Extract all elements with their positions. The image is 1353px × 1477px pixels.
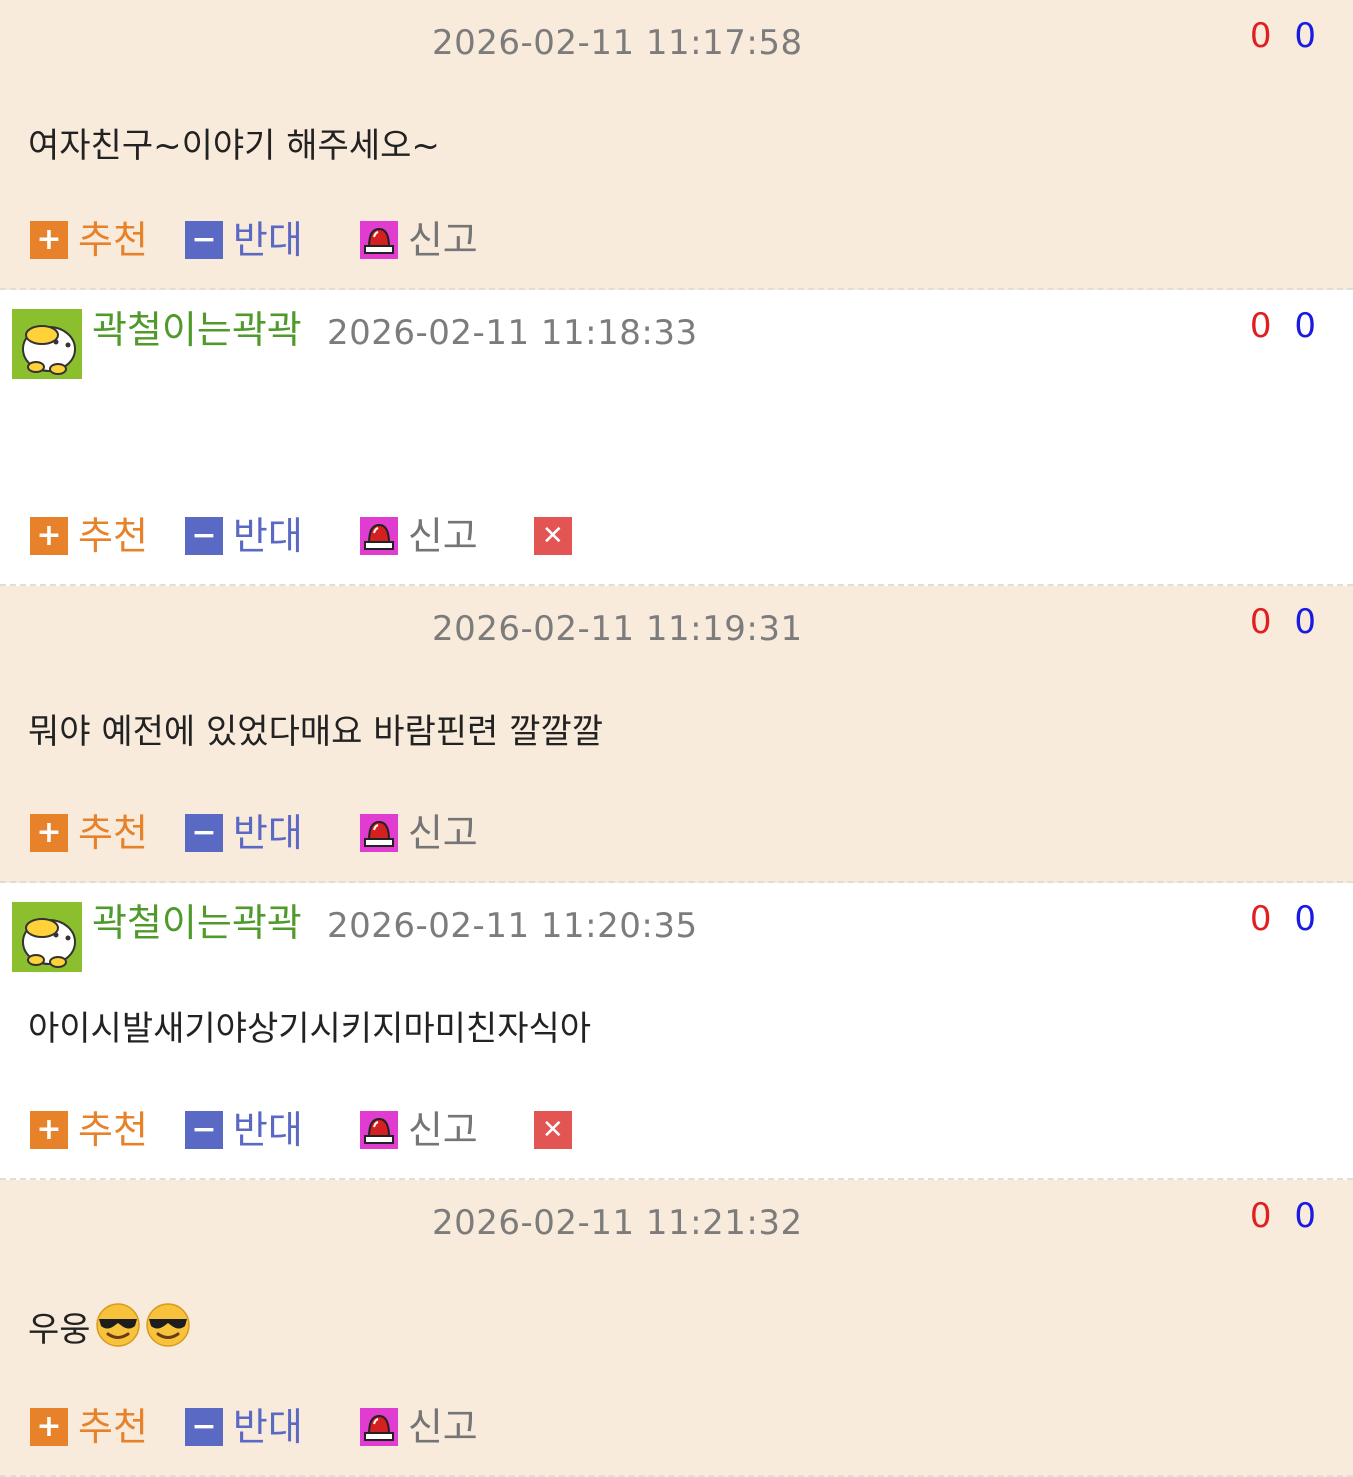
oppose-count: 0 xyxy=(1294,899,1317,939)
comment-actions: + 추천 − 반대 신고 xyxy=(30,216,534,264)
recommend-label: 추천 xyxy=(78,811,148,855)
recommend-button[interactable]: + 추천 xyxy=(30,216,148,264)
comment-body: 여자친구~이야기 해주세오~ xyxy=(28,122,440,170)
recommend-label: 추천 xyxy=(78,514,148,558)
comment-text: 뭐야 예전에 있었다매요 바람핀련 깔깔깔 xyxy=(28,712,603,752)
oppose-label: 반대 xyxy=(232,218,303,262)
comment-author[interactable]: 곽철이는곽곽 xyxy=(92,897,302,949)
comment-item: 2026-02-11 11:21:32 0 0 우웅 + 추천 − 반대 신고 xyxy=(0,1180,1353,1477)
comment-body: 아이시발새기야상기시키지마미친자식아 xyxy=(28,1005,591,1053)
oppose-label: 반대 xyxy=(232,1405,303,1449)
recommend-count: 0 xyxy=(1249,1196,1273,1236)
recommend-count: 0 xyxy=(1249,306,1273,346)
comment-body: 우웅 xyxy=(28,1302,191,1361)
comment-item: 2026-02-11 11:17:58 0 0 여자친구~이야기 해주세오~ +… xyxy=(0,0,1353,290)
report-button[interactable]: 신고 xyxy=(359,216,478,264)
report-label: 신고 xyxy=(407,218,478,262)
delete-button[interactable]: ✕ xyxy=(533,517,572,555)
duck-avatar-icon[interactable] xyxy=(12,902,82,972)
recommend-label: 추천 xyxy=(78,1405,148,1449)
report-button[interactable]: 신고 xyxy=(359,1106,478,1154)
plus-icon: + xyxy=(30,814,68,852)
oppose-button[interactable]: − 반대 xyxy=(184,216,303,264)
oppose-count: 0 xyxy=(1294,602,1317,642)
oppose-count: 0 xyxy=(1294,16,1317,56)
recommend-count: 0 xyxy=(1249,602,1273,642)
sunglasses-emoji-icon xyxy=(145,1302,191,1361)
recommend-button[interactable]: + 추천 xyxy=(30,809,148,857)
comment-text: 우웅 xyxy=(28,1310,91,1350)
comment-author[interactable]: 곽철이는곽곽 xyxy=(92,304,302,356)
report-button[interactable]: 신고 xyxy=(359,512,478,560)
report-label: 신고 xyxy=(407,811,478,855)
vote-counts: 0 0 xyxy=(1250,14,1317,58)
comment-header: 곽철이는곽곽 2026-02-11 11:18:33 0 0 xyxy=(0,290,1353,380)
comment-header: 2026-02-11 11:19:31 0 0 xyxy=(0,586,1353,676)
siren-icon xyxy=(359,221,398,259)
oppose-count: 0 xyxy=(1294,1196,1317,1236)
comment-body: 뭐야 예전에 있었다매요 바람핀련 깔깔깔 xyxy=(28,708,603,756)
vote-counts: 0 0 xyxy=(1250,304,1317,348)
comment-timestamp: 2026-02-11 11:18:33 xyxy=(327,313,698,353)
minus-icon: − xyxy=(184,517,223,555)
comment-item: 곽철이는곽곽 2026-02-11 11:20:35 0 0 아이시발새기야상기… xyxy=(0,883,1353,1180)
siren-icon xyxy=(359,814,398,852)
report-button[interactable]: 신고 xyxy=(359,1403,478,1451)
report-label: 신고 xyxy=(407,514,478,558)
comment-actions: + 추천 − 반대 신고 ✕ xyxy=(30,512,609,560)
comment-text: 여자친구~이야기 해주세오~ xyxy=(28,126,440,166)
oppose-label: 반대 xyxy=(232,1108,303,1152)
minus-icon: − xyxy=(184,814,223,852)
delete-button[interactable]: ✕ xyxy=(533,1111,572,1149)
plus-icon: + xyxy=(30,517,68,555)
close-icon: ✕ xyxy=(533,517,572,555)
recommend-count: 0 xyxy=(1249,899,1273,939)
recommend-button[interactable]: + 추천 xyxy=(30,1403,148,1451)
minus-icon: − xyxy=(184,221,223,259)
vote-counts: 0 0 xyxy=(1250,1194,1317,1238)
siren-icon xyxy=(359,1408,398,1446)
minus-icon: − xyxy=(184,1408,223,1446)
report-label: 신고 xyxy=(407,1405,478,1449)
comment-timestamp: 2026-02-11 11:20:35 xyxy=(327,906,698,946)
vote-counts: 0 0 xyxy=(1250,600,1317,644)
comment-actions: + 추천 − 반대 신고 xyxy=(30,809,534,857)
siren-icon xyxy=(359,517,398,555)
comment-header: 2026-02-11 11:17:58 0 0 xyxy=(0,0,1353,90)
oppose-label: 반대 xyxy=(232,514,303,558)
comment-list: 2026-02-11 11:17:58 0 0 여자친구~이야기 해주세오~ +… xyxy=(0,0,1353,1477)
oppose-count: 0 xyxy=(1294,306,1317,346)
comment-item: 곽철이는곽곽 2026-02-11 11:18:33 0 0 + 추천 − 반대 xyxy=(0,290,1353,586)
comment-header: 2026-02-11 11:21:32 0 0 xyxy=(0,1180,1353,1270)
sunglasses-emoji-icon xyxy=(95,1302,141,1361)
recommend-label: 추천 xyxy=(78,1108,148,1152)
oppose-button[interactable]: − 반대 xyxy=(184,512,303,560)
oppose-button[interactable]: − 반대 xyxy=(184,1106,303,1154)
comment-timestamp: 2026-02-11 11:17:58 xyxy=(432,23,803,63)
report-label: 신고 xyxy=(407,1108,478,1152)
plus-icon: + xyxy=(30,221,68,259)
oppose-button[interactable]: − 반대 xyxy=(184,1403,303,1451)
comment-header: 곽철이는곽곽 2026-02-11 11:20:35 0 0 xyxy=(0,883,1353,973)
close-icon: ✕ xyxy=(533,1111,572,1149)
comment-actions: + 추천 − 반대 신고 xyxy=(30,1403,534,1451)
oppose-button[interactable]: − 반대 xyxy=(184,809,303,857)
duck-avatar-icon[interactable] xyxy=(12,309,82,379)
recommend-count: 0 xyxy=(1249,16,1273,56)
recommend-label: 추천 xyxy=(78,218,148,262)
comment-timestamp: 2026-02-11 11:19:31 xyxy=(432,609,803,649)
recommend-button[interactable]: + 추천 xyxy=(30,512,148,560)
vote-counts: 0 0 xyxy=(1250,897,1317,941)
minus-icon: − xyxy=(184,1111,223,1149)
comment-text: 아이시발새기야상기시키지마미친자식아 xyxy=(28,1009,592,1049)
comment-actions: + 추천 − 반대 신고 ✕ xyxy=(30,1106,609,1154)
comment-timestamp: 2026-02-11 11:21:32 xyxy=(432,1203,803,1243)
recommend-button[interactable]: + 추천 xyxy=(30,1106,148,1154)
plus-icon: + xyxy=(30,1408,68,1446)
siren-icon xyxy=(359,1111,398,1149)
plus-icon: + xyxy=(30,1111,68,1149)
report-button[interactable]: 신고 xyxy=(359,809,478,857)
oppose-label: 반대 xyxy=(232,811,303,855)
comment-item: 2026-02-11 11:19:31 0 0 뭐야 예전에 있었다매요 바람핀… xyxy=(0,586,1353,883)
